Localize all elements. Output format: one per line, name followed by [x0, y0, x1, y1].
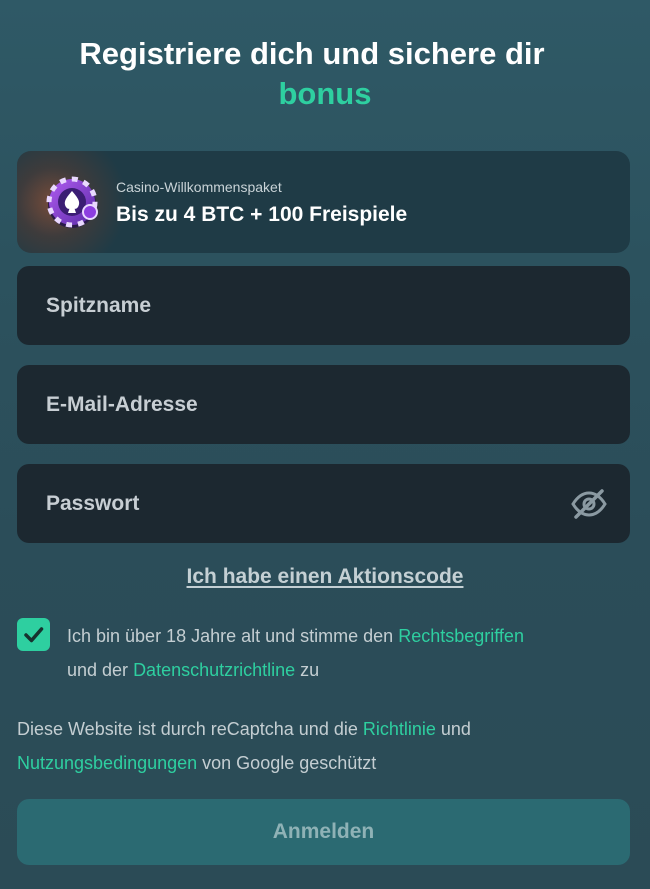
- consent-text-middle: und der: [67, 660, 134, 680]
- privacy-policy-link[interactable]: Datenschutzrichtline: [133, 660, 295, 680]
- terms-link[interactable]: Rechtsbegriffen: [398, 626, 524, 646]
- recaptcha-text-before: Diese Website ist durch reCaptcha und di…: [17, 719, 363, 739]
- password-field: [17, 464, 630, 543]
- recaptcha-notice: Diese Website ist durch reCaptcha und di…: [17, 712, 637, 780]
- email-input[interactable]: [17, 365, 630, 444]
- google-terms-link[interactable]: Nutzungsbedingungen: [17, 753, 197, 773]
- welcome-bonus-card: Casino-Willkommenspaket Bis zu 4 BTC + 1…: [17, 151, 630, 253]
- page-title: Registriere dich und sichere dir bonus: [0, 34, 650, 114]
- checkmark-icon: [24, 627, 44, 643]
- consent-text-before: Ich bin über 18 Jahre alt und stimme den: [67, 626, 399, 646]
- recaptcha-text-middle: und: [435, 719, 471, 739]
- promo-code-link[interactable]: Ich habe einen Aktionscode: [0, 565, 650, 589]
- casino-chip-icon: [44, 172, 104, 232]
- consent-text: Ich bin über 18 Jahre alt und stimme den…: [67, 619, 627, 687]
- recaptcha-text-after: von Google geschützt: [197, 753, 377, 773]
- register-button[interactable]: Anmelden: [17, 799, 630, 865]
- title-line-1: Registriere dich und sichere dir: [79, 36, 545, 71]
- eye-off-icon[interactable]: [570, 488, 608, 520]
- promo-offer: Bis zu 4 BTC + 100 Freispiele: [116, 203, 408, 226]
- password-input[interactable]: [17, 464, 630, 543]
- promo-label: Casino-Willkommenspaket: [116, 179, 282, 195]
- title-bonus-highlight: bonus: [278, 76, 372, 111]
- nickname-input[interactable]: [17, 266, 630, 345]
- email-field: [17, 365, 630, 444]
- age-terms-checkbox[interactable]: [17, 618, 50, 651]
- google-policy-link[interactable]: Richtlinie: [363, 719, 436, 739]
- nickname-field: [17, 266, 630, 345]
- consent-text-after: zu: [295, 660, 320, 680]
